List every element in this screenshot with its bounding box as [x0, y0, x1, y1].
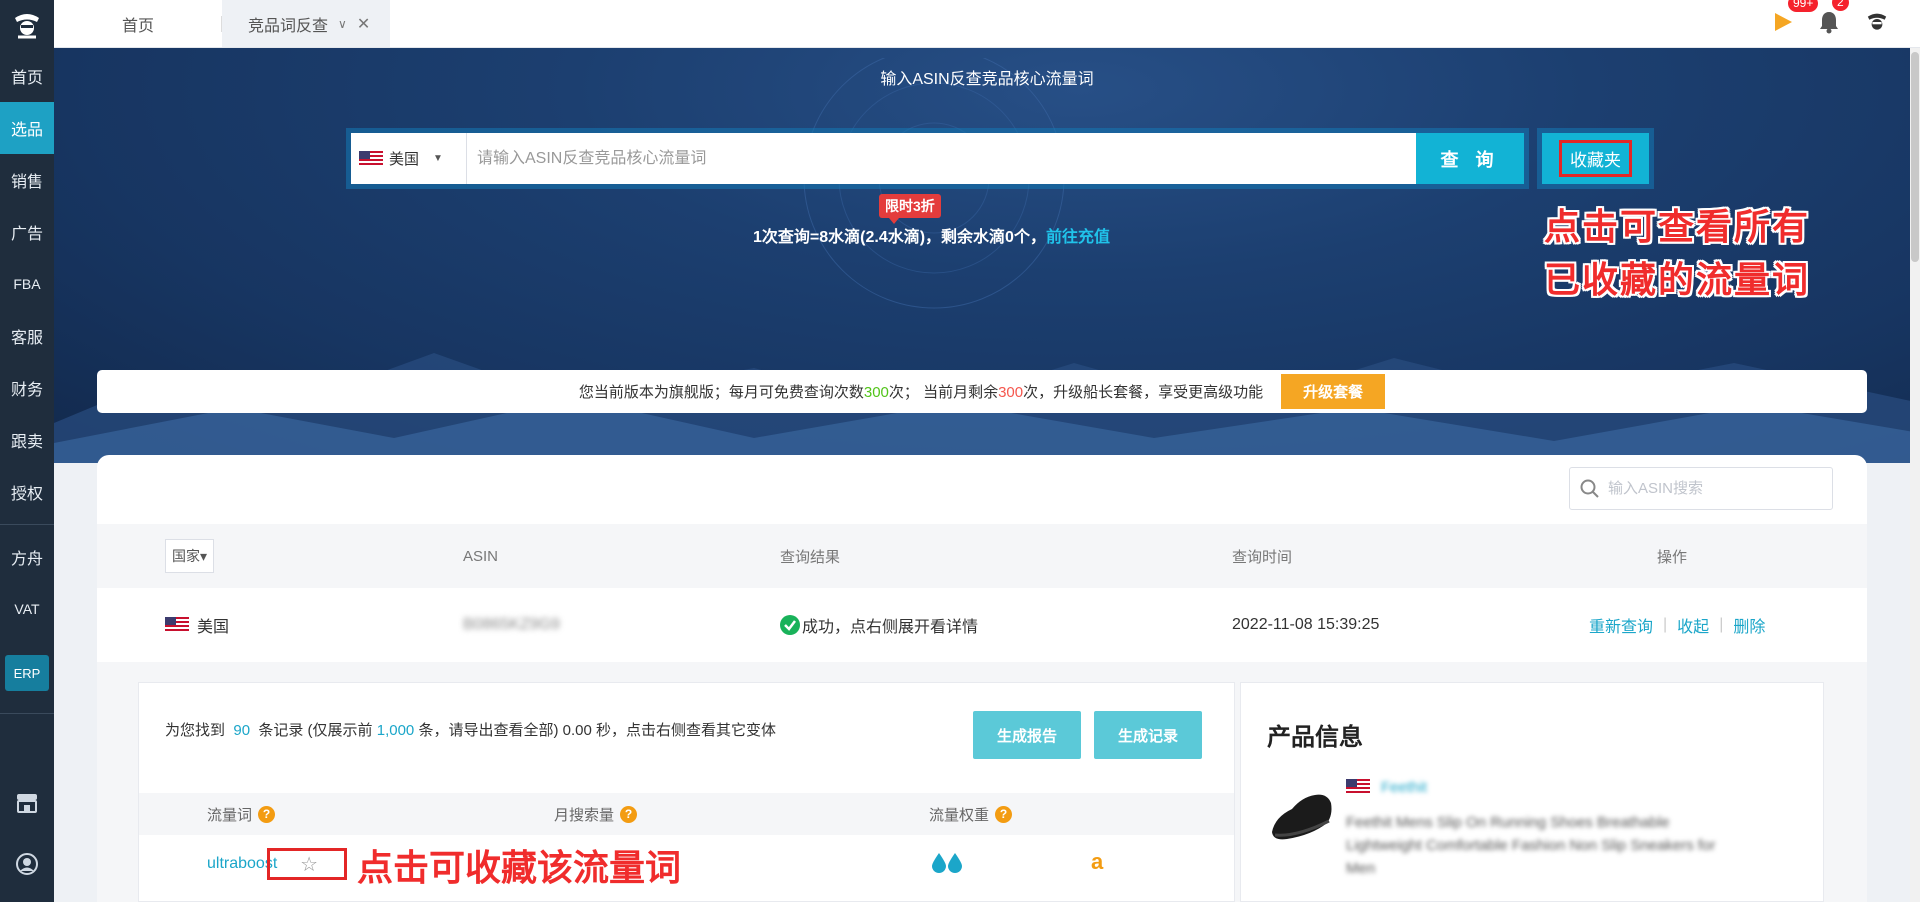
col-keyword: 流量词 — [207, 806, 253, 824]
favorites-wrapper: 收藏夹 — [1537, 128, 1654, 189]
generate-log-button[interactable]: 生成记录 — [1094, 711, 1202, 759]
query-button[interactable]: 查 询 — [1416, 133, 1524, 184]
sidebar-item-auth[interactable]: 授权 — [0, 466, 54, 518]
asin-search-bar: 美国 ▼ 查 询 — [346, 128, 1529, 189]
country-filter-dropdown[interactable]: 国家▾ — [165, 539, 215, 573]
sidebar-item-ads[interactable]: 广告 — [0, 206, 54, 258]
help-icon[interactable]: ? — [620, 805, 638, 823]
detail-area: 为您找到 90 条记录 (仅展示前 1,000 条，请导出查看全部) 0.00 … — [97, 662, 1867, 902]
sidebar-item-fba[interactable]: FBA — [0, 258, 54, 310]
chevron-down-icon[interactable]: ∨ — [338, 17, 347, 31]
sidebar-item-ark[interactable]: 方舟 — [0, 531, 54, 583]
us-flag-icon — [165, 617, 189, 633]
history-table-header: 国家▾ ASIN 查询结果 查询时间 操作 — [97, 524, 1867, 588]
sidebar-divider-2 — [0, 713, 54, 714]
table-row: 美国 B0865KZ9G9 成功，点右侧展开看详情 2022-11-08 15:… — [97, 588, 1867, 662]
sidebar-item-finance[interactable]: 财务 — [0, 362, 54, 414]
country-select[interactable]: 美国 ▼ — [351, 133, 467, 184]
notification-button[interactable]: 2 — [1818, 0, 1849, 38]
tab-competitor-keywords-label: 竞品词反查 — [248, 17, 329, 35]
support-icon[interactable] — [0, 852, 54, 876]
row-actions: 重新查询 | 收起 | 删除 — [1589, 588, 1765, 662]
bell-badge: 2 — [1832, 0, 1849, 11]
sidebar-item-home[interactable]: 首页 — [0, 50, 54, 102]
version-text: 您当前版本为旗舰版；每月可免费查询次数300次； 当前月剩余300次，升级船长套… — [578, 384, 1264, 401]
row-country: 美国 — [197, 619, 230, 636]
product-info-title: 产品信息 — [1267, 724, 1363, 751]
cost-text: 1次查询=8水滴(2.4水滴)，剩余水滴0个， — [753, 229, 1046, 246]
sidebar-erp-button[interactable]: ERP — [5, 655, 49, 691]
sidebar-divider — [0, 524, 54, 525]
generate-report-button[interactable]: 生成报告 — [973, 711, 1081, 759]
tab-bar: 首页 竞品词反查 ∨ ✕ 99+ 2 — [54, 0, 1920, 48]
delete-link[interactable]: 删除 — [1733, 613, 1765, 637]
sidebar-item-product-selection[interactable]: 选品 — [0, 102, 54, 154]
star-icon[interactable]: ☆ — [300, 852, 318, 877]
favorite-highlight-box: ☆ — [267, 848, 347, 880]
favorites-annotation-line2: 已收藏的流量词 — [1544, 259, 1811, 300]
sidebar-item-service[interactable]: 客服 — [0, 310, 54, 362]
us-flag-icon — [1346, 779, 1370, 795]
column-asin: ASIN — [463, 547, 499, 565]
search-icon — [1580, 479, 1599, 498]
upgrade-plan-button[interactable]: 升级套餐 — [1281, 374, 1386, 409]
row-result: 成功，点右侧展开看详情 — [802, 619, 979, 636]
column-ops: 操作 — [1657, 548, 1688, 566]
keyword-favorite-annotation: 点击可收藏该流量词 — [357, 847, 682, 888]
keyword-table-header: 流量词? 月搜索量? 流量权重? — [139, 793, 1234, 835]
row-time: 2022-11-08 15:39:25 — [1232, 616, 1380, 633]
product-info-panel: 产品信息 Feethit Feethit Mens Slip On Runnin… — [1240, 682, 1824, 902]
us-flag-icon — [359, 150, 383, 167]
table-row: ultraboost ☆ 点击可收藏该流量词 a — [139, 835, 1234, 902]
column-time: 查询时间 — [1232, 548, 1293, 566]
avatar-icon — [1867, 13, 1887, 30]
success-check-icon — [780, 615, 800, 635]
promo-badge: 限时3折 — [879, 194, 941, 224]
favorites-button-label: 收藏夹 — [1559, 140, 1632, 177]
caret-down-icon: ▼ — [433, 153, 443, 164]
sidebar-item-sales[interactable]: 销售 — [0, 154, 54, 206]
sidebar-item-vat[interactable]: VAT — [0, 583, 54, 635]
flag-icon — [1775, 12, 1792, 31]
help-icon[interactable]: ? — [995, 805, 1013, 823]
product-shoe-image — [1272, 794, 1332, 840]
page-scrollbar-thumb[interactable] — [1911, 52, 1919, 262]
water-drop-icon — [932, 853, 962, 873]
records-summary: 为您找到 90 条记录 (仅展示前 1,000 条，请导出查看全部) 0.00 … — [165, 722, 776, 739]
favorites-annotation-line1: 点击可查看所有 — [1544, 206, 1811, 247]
asin-search-input[interactable] — [467, 133, 1416, 184]
history-search-input[interactable] — [1608, 480, 1808, 497]
row-asin: B0865KZ9G9 — [463, 616, 560, 633]
history-search-box — [1569, 467, 1833, 510]
amazon-icon[interactable]: a — [1091, 849, 1103, 875]
header-actions: 99+ 2 — [1772, 0, 1890, 47]
sidebar: 首页 选品 销售 广告 FBA 客服 财务 跟卖 授权 方舟 VAT ERP — [0, 0, 54, 902]
country-select-value: 美国 — [389, 151, 420, 168]
user-avatar[interactable] — [1864, 9, 1890, 39]
collapse-link[interactable]: 收起 — [1677, 613, 1709, 637]
product-brand[interactable]: Feethit — [1381, 779, 1427, 796]
help-icon[interactable]: ? — [258, 805, 276, 823]
favorites-button[interactable]: 收藏夹 — [1542, 133, 1649, 184]
announcement-button[interactable]: 99+ — [1772, 0, 1819, 37]
close-icon[interactable]: ✕ — [357, 14, 370, 34]
column-result: 查询结果 — [780, 548, 841, 566]
col-traffic-weight: 流量权重 — [929, 806, 990, 824]
product-description: Feethit Mens Slip On Running Shoes Breat… — [1346, 814, 1716, 877]
tab-competitor-keywords[interactable]: 竞品词反查 ∨ ✕ — [222, 0, 390, 47]
bell-icon — [1820, 11, 1838, 33]
requery-link[interactable]: 重新查询 — [1589, 613, 1653, 637]
sidebar-item-follow-sell[interactable]: 跟卖 — [0, 414, 54, 466]
query-history-card: 国家▾ ASIN 查询结果 查询时间 操作 美国 B0865KZ9G9 成功，点… — [97, 455, 1867, 902]
pirate-logo-icon — [15, 14, 39, 39]
recharge-link[interactable]: 前往充值 — [1046, 229, 1110, 246]
version-info-bar: 您当前版本为旗舰版；每月可免费查询次数300次； 当前月剩余300次，升级船长套… — [97, 370, 1867, 413]
flag-badge: 99+ — [1788, 0, 1819, 12]
hero-title: 输入ASIN反查竞品核心流量词 — [880, 71, 1094, 88]
store-icon[interactable] — [0, 792, 54, 814]
col-monthly-volume: 月搜索量 — [554, 806, 615, 824]
tab-home[interactable]: 首页 — [54, 0, 222, 47]
keyword-results-panel: 为您找到 90 条记录 (仅展示前 1,000 条，请导出查看全部) 0.00 … — [138, 682, 1235, 902]
app-logo[interactable] — [0, 0, 54, 50]
